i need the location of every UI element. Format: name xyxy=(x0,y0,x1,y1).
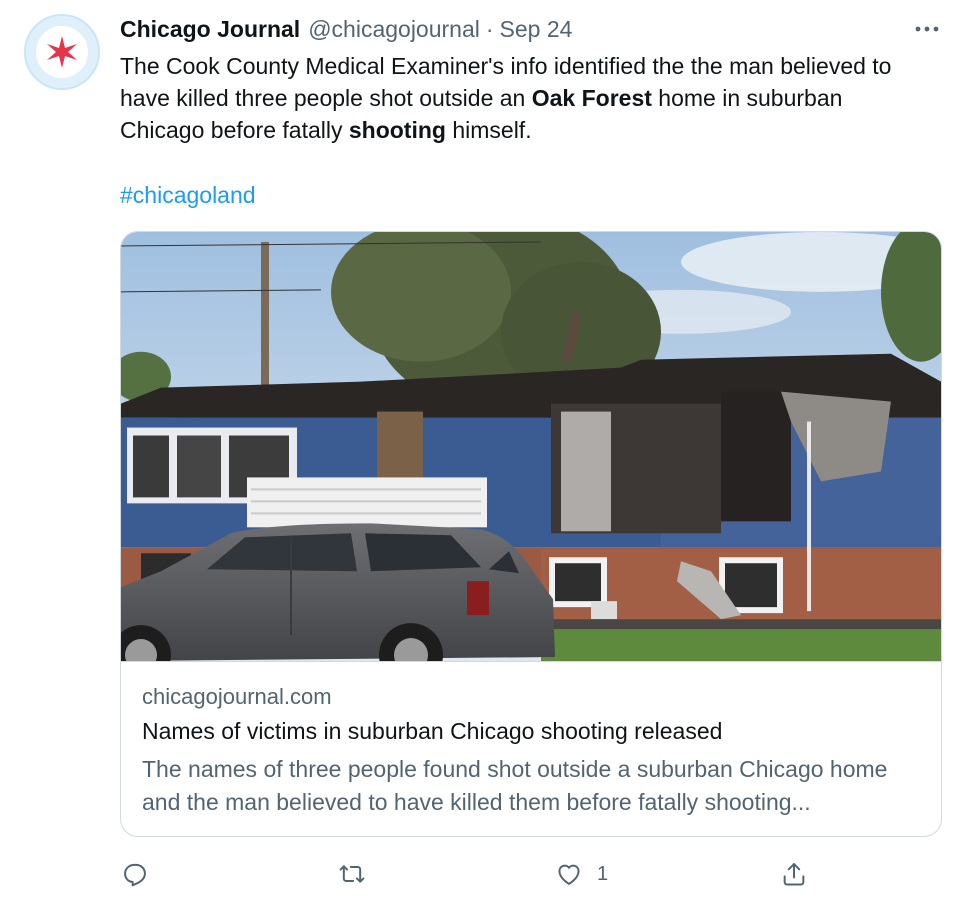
action-bar: 1 xyxy=(0,856,960,892)
card-description: The names of three people found shot out… xyxy=(142,756,888,815)
hashtag-link[interactable]: #chicagoland xyxy=(120,179,256,211)
tweet-date[interactable]: Sep 24 xyxy=(500,16,573,43)
red-star-icon xyxy=(47,36,77,68)
card-image xyxy=(121,232,941,662)
like-count: 1 xyxy=(597,862,609,885)
tweet-header: Chicago Journal @chicagojournal · Sep 24 xyxy=(120,14,572,44)
tweet-text: The Cook County Medical Examiner's info … xyxy=(120,50,930,146)
tweet-text-bold: Oak Forest xyxy=(531,85,652,111)
heart-icon xyxy=(558,864,580,885)
card-title: Names of victims in suburban Chicago sho… xyxy=(142,718,723,744)
like-button[interactable]: 1 xyxy=(555,856,608,892)
header-separator: · xyxy=(485,15,494,42)
share-button[interactable] xyxy=(780,856,808,892)
author-handle[interactable]: @chicagojournal xyxy=(308,16,480,43)
avatar[interactable] xyxy=(24,14,100,90)
reply-button[interactable] xyxy=(121,856,149,892)
more-options-icon[interactable] xyxy=(914,22,940,36)
tweet: Chicago Journal @chicagojournal · Sep 24… xyxy=(0,0,960,901)
tweet-text-bold: shooting xyxy=(348,117,446,143)
reply-icon xyxy=(124,863,146,887)
card-domain: chicagojournal.com xyxy=(142,684,332,709)
retweet-button[interactable] xyxy=(338,856,366,892)
link-card[interactable]: chicagojournal.com Names of victims in s… xyxy=(120,231,942,837)
share-icon xyxy=(783,863,805,886)
author-name[interactable]: Chicago Journal xyxy=(120,16,300,43)
tweet-text-part: himself. xyxy=(445,117,532,143)
retweet-icon xyxy=(339,865,365,883)
